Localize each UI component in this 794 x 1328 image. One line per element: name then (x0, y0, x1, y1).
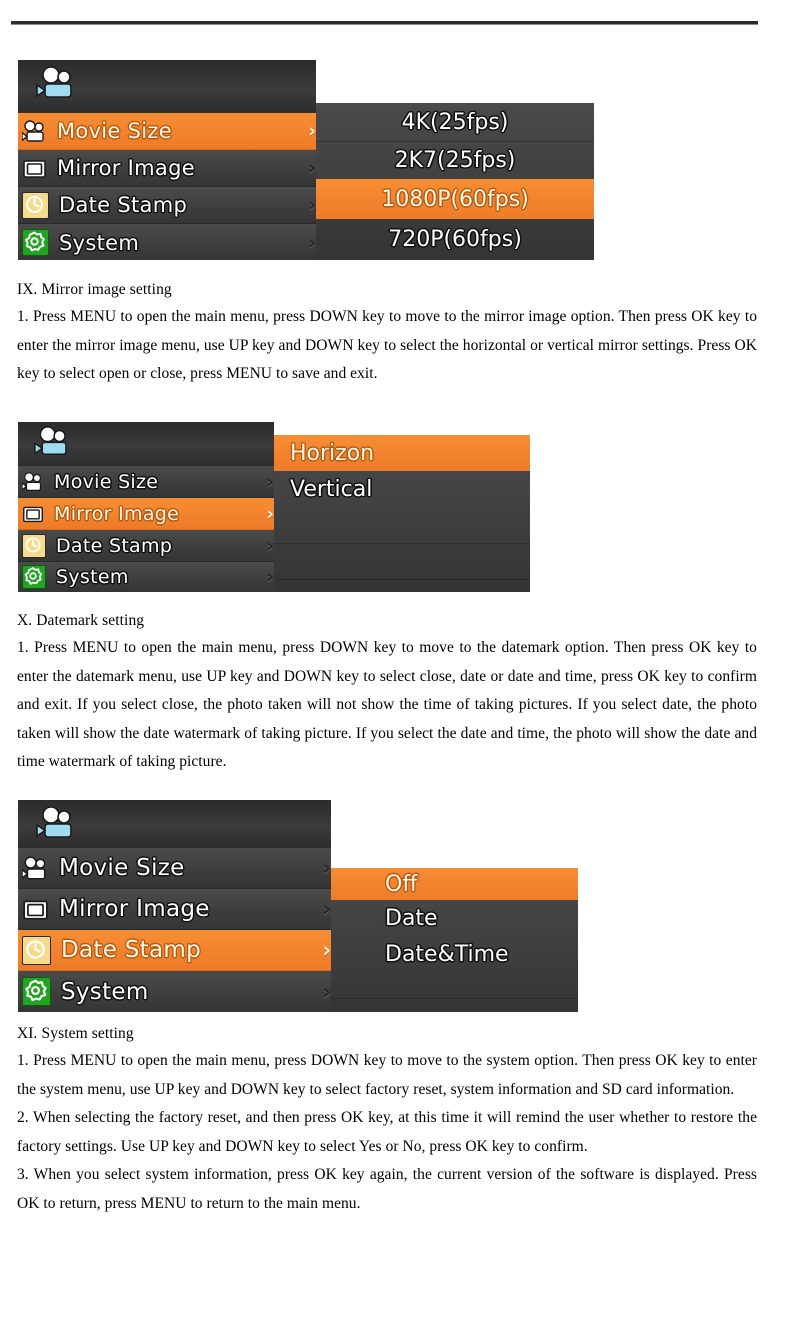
osd-menu-movie-size: Movie Size › Mirror Image › Date Stamp ›… (18, 60, 594, 260)
mirror-frame-icon (22, 156, 47, 181)
section-paragraph-system-1: 1. Press MENU to open the main menu, pre… (17, 1052, 757, 1098)
menu-item-date-stamp[interactable]: Date Stamp › (18, 530, 274, 562)
chevron-right-icon: › (308, 120, 316, 142)
option-label: Off (385, 871, 418, 897)
option-2k7[interactable]: 2K7(25fps) (316, 141, 594, 179)
osd-menu-mirror-image: Movie Size › Mirror Image › Date Stamp ›… (18, 422, 530, 592)
gear-icon (22, 229, 49, 256)
osd-options-mirror-image: Horizon Vertical (274, 435, 530, 592)
chevron-right-icon: › (266, 566, 274, 588)
option-label: 4K(25fps) (401, 109, 509, 135)
camcorder-icon (36, 806, 72, 838)
option-label: 720P(60fps) (388, 227, 522, 252)
gear-icon (22, 977, 51, 1006)
chevron-right-icon: › (322, 979, 331, 1004)
option-label: 1080P(60fps) (381, 186, 529, 212)
option-label: Date&Time (385, 941, 509, 967)
menu-item-movie-size[interactable]: Movie Size › (18, 848, 331, 889)
option-off[interactable]: Off (331, 868, 578, 900)
section-system: XI. System setting 1. Press MENU to open… (17, 1021, 757, 1219)
camcorder-icon (34, 426, 67, 455)
section-paragraph-system-2: 2. When selecting the factory reset, and… (17, 1109, 757, 1155)
clock-icon (22, 191, 49, 219)
osd-left-column-mirror-image: Movie Size › Mirror Image › Date Stamp ›… (18, 422, 274, 592)
section-heading-system: XI. System setting (17, 1025, 134, 1042)
option-divider (331, 998, 578, 999)
clock-icon (22, 935, 51, 965)
chevron-right-icon: › (308, 157, 316, 179)
menu-item-movie-size[interactable]: Movie Size › (18, 113, 316, 150)
chevron-right-icon: › (308, 194, 316, 216)
section-paragraph-system-3: 3. When you select system information, p… (17, 1166, 757, 1212)
gear-icon (22, 565, 46, 589)
option-1080p[interactable]: 1080P(60fps) (316, 179, 594, 219)
option-divider (274, 579, 530, 580)
clock-icon (22, 533, 46, 558)
menu-item-label: Date Stamp (59, 193, 188, 217)
menu-item-date-stamp[interactable]: Date Stamp › (18, 187, 316, 224)
osd-left-column-date-stamp: Movie Size › Mirror Image › Date Stamp ›… (18, 800, 331, 1012)
osd-options-movie-size: 4K(25fps) 2K7(25fps) 1080P(60fps) 720P(6… (316, 103, 594, 260)
option-label: 2K7(25fps) (394, 147, 516, 173)
option-4k[interactable]: 4K(25fps) (316, 103, 594, 141)
movie-camera-icon (21, 119, 47, 144)
mirror-frame-icon (22, 896, 49, 923)
menu-item-label: System (61, 978, 149, 1005)
movie-camera-icon (21, 855, 49, 882)
menu-item-label: System (59, 230, 140, 255)
option-date[interactable]: Date (331, 900, 578, 936)
header-horizontal-rule (11, 21, 758, 25)
menu-item-label: Date Stamp (56, 534, 173, 557)
option-720p[interactable]: 720P(60fps) (316, 219, 594, 260)
movie-camera-icon (21, 471, 44, 493)
chevron-right-icon: › (322, 938, 331, 962)
menu-item-label: Date Stamp (61, 937, 202, 963)
menu-item-system[interactable]: System › (18, 971, 331, 1012)
section-datemark: X. Datemark setting 1. Press MENU to ope… (17, 608, 757, 777)
section-paragraph-datemark: 1. Press MENU to open the main menu, pre… (17, 639, 757, 771)
menu-item-label: Mirror Image (54, 502, 180, 525)
menu-item-label: Mirror Image (57, 156, 195, 180)
chevron-right-icon: › (308, 231, 316, 254)
option-divider (274, 543, 530, 544)
osd-menu-date-stamp: Movie Size › Mirror Image › Date Stamp ›… (18, 800, 578, 1012)
section-paragraph-mirror: 1. Press MENU to open the main menu, pre… (17, 308, 757, 383)
chevron-right-icon: › (266, 534, 274, 557)
option-horizon[interactable]: Horizon (274, 435, 530, 471)
menu-item-label: Mirror Image (59, 896, 210, 922)
menu-item-date-stamp[interactable]: Date Stamp › (18, 930, 331, 971)
option-label: Date (385, 905, 438, 931)
chevron-right-icon: › (322, 856, 331, 880)
section-heading-mirror: IX. Mirror image setting (17, 281, 172, 298)
menu-item-mirror-image[interactable]: Mirror Image › (18, 498, 274, 530)
menu-item-label: Movie Size (59, 855, 185, 881)
option-vertical[interactable]: Vertical (274, 471, 530, 507)
menu-item-movie-size[interactable]: Movie Size › (18, 466, 274, 498)
chevron-right-icon: › (322, 897, 331, 921)
camcorder-icon (36, 66, 72, 98)
menu-item-label: System (56, 566, 129, 588)
osd-left-column-movie-size: Movie Size › Mirror Image › Date Stamp ›… (18, 60, 316, 260)
option-date-and-time[interactable]: Date&Time (331, 936, 578, 972)
chevron-right-icon: › (266, 470, 274, 493)
osd-titlebar (18, 60, 316, 113)
menu-item-mirror-image[interactable]: Mirror Image › (18, 889, 331, 930)
section-mirror-image: IX. Mirror image setting 1. Press MENU t… (17, 277, 757, 389)
mirror-frame-icon (22, 503, 44, 525)
menu-item-system[interactable]: System › (18, 562, 274, 592)
osd-titlebar (18, 422, 274, 466)
menu-item-system[interactable]: System › (18, 224, 316, 260)
osd-titlebar (18, 800, 331, 848)
section-heading-datemark: X. Datemark setting (17, 612, 145, 629)
chevron-right-icon: › (266, 502, 274, 525)
option-label: Vertical (290, 476, 373, 502)
menu-item-label: Movie Size (54, 470, 159, 493)
osd-options-date-stamp: Off Date Date&Time (331, 868, 578, 1012)
menu-item-mirror-image[interactable]: Mirror Image › (18, 150, 316, 187)
menu-item-label: Movie Size (57, 119, 172, 143)
option-label: Horizon (290, 440, 375, 466)
